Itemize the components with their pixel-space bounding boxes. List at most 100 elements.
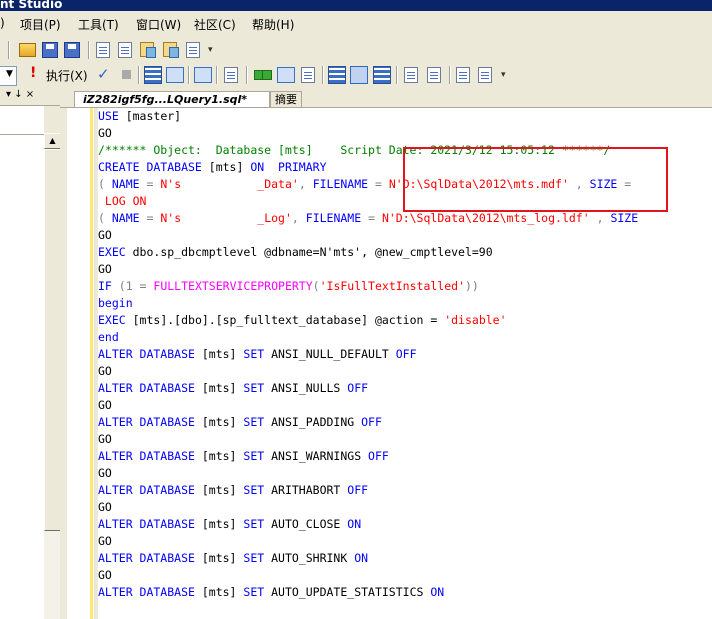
- object-explorer-panel: ▾ ↓ × ▲: [0, 88, 61, 619]
- code-token: OFF: [347, 381, 369, 395]
- toolbar-overflow-chevron-icon[interactable]: ▾: [208, 45, 213, 55]
- uncomment-icon[interactable]: [427, 67, 441, 83]
- menu-item-window[interactable]: 窗口(W): [136, 16, 181, 33]
- code-token: dbo.sp_dbcmptlevel @dbname=N'mts', @new_…: [125, 245, 493, 259]
- menu-item-community[interactable]: 社区(C): [194, 16, 236, 33]
- code-token: end: [98, 330, 119, 344]
- document-outline-icon[interactable]: [118, 42, 132, 58]
- code-line: GO: [98, 499, 112, 516]
- code-token: 'IsFullTextInstalled': [319, 279, 465, 293]
- code-line: ALTER DATABASE [mts] SET AUTO_CLOSE ON: [98, 516, 361, 533]
- open-file-icon[interactable]: [19, 43, 36, 57]
- object-explorer-tree[interactable]: [0, 106, 44, 619]
- code-line: ALTER DATABASE [mts] SET ANSI_NULLS OFF: [98, 380, 368, 397]
- results-to-file-icon[interactable]: [373, 66, 391, 84]
- menu-item-project[interactable]: 项目(P): [20, 16, 61, 33]
- code-token: OFF: [395, 347, 417, 361]
- code-token: )): [465, 279, 479, 293]
- code-line: ALTER DATABASE [mts] SET ANSI_PADDING OF…: [98, 414, 382, 431]
- code-line: end: [98, 329, 119, 346]
- display-estimated-plan-icon[interactable]: [144, 66, 162, 84]
- code-token: [master]: [118, 109, 182, 123]
- code-token: ARITHABORT: [264, 483, 348, 497]
- code-token: EXEC: [98, 313, 126, 327]
- code-line: GO: [98, 465, 112, 482]
- scroll-up-icon[interactable]: ▲: [44, 133, 61, 149]
- menu-item-tools[interactable]: 工具(T): [78, 16, 119, 33]
- include-plan-icon-2[interactable]: [262, 70, 272, 80]
- save-all-icon[interactable]: [64, 42, 80, 58]
- code-token: /****** Object: Database [mts] Script Da…: [98, 143, 611, 157]
- code-line: GO: [98, 125, 112, 142]
- vertical-scrollbar[interactable]: ▲: [44, 133, 61, 619]
- code-token: 'disable': [444, 313, 507, 327]
- code-token: GO: [98, 534, 112, 548]
- execute-icon[interactable]: !: [30, 65, 36, 81]
- code-token: AUTO_CLOSE: [264, 517, 348, 531]
- code-token: [mts]: [194, 585, 244, 599]
- query-designer-icon[interactable]: [166, 67, 184, 83]
- code-line: GO: [98, 363, 112, 380]
- code-token: SET: [243, 517, 265, 531]
- code-token: ANSI_PADDING: [264, 415, 362, 429]
- toolbar-separator: [246, 66, 248, 84]
- code-line: /****** Object: Database [mts] Script Da…: [98, 142, 610, 159]
- code-token: GO: [98, 432, 112, 446]
- execute-button[interactable]: 执行(X): [46, 67, 88, 84]
- code-token: ANSI_NULL_DEFAULT: [264, 347, 396, 361]
- toolbar-separator: [216, 66, 218, 84]
- code-line: ALTER DATABASE [mts] SET AUTO_SHRINK ON: [98, 550, 368, 567]
- properties-icon[interactable]: [96, 42, 110, 58]
- code-token: EXEC: [98, 245, 126, 259]
- code-token: ,: [298, 177, 313, 191]
- toolbar-separator: [449, 66, 451, 84]
- toolbar-separator: [396, 66, 398, 84]
- code-token: GO: [98, 262, 112, 276]
- edit-icon[interactable]: [194, 67, 212, 83]
- code-line: LOG ON: [98, 193, 147, 210]
- code-line: CREATE DATABASE [mts] ON PRIMARY: [98, 159, 327, 176]
- increase-indent-icon[interactable]: [478, 67, 492, 83]
- code-line: ALTER DATABASE [mts] SET ANSI_NULL_DEFAU…: [98, 346, 417, 363]
- parse-check-icon[interactable]: ✓: [97, 65, 110, 83]
- results-to-grid-active-icon[interactable]: [350, 66, 368, 84]
- toolbar-overflow-chevron-icon[interactable]: ▾: [501, 70, 506, 80]
- specify-values-icon[interactable]: [224, 67, 238, 83]
- tab-summary[interactable]: 摘要: [270, 91, 302, 107]
- code-token: N's _Data': [160, 177, 299, 191]
- decrease-indent-icon[interactable]: [456, 67, 470, 83]
- menu-item-help[interactable]: 帮助(H): [252, 16, 294, 33]
- object-explorer-icon[interactable]: [140, 42, 156, 58]
- comment-out-icon[interactable]: [404, 67, 418, 83]
- code-token: GO: [98, 568, 112, 582]
- client-statistics-icon[interactable]: [277, 67, 295, 83]
- code-token: SET: [243, 449, 265, 463]
- code-token: FILENAME: [312, 177, 369, 191]
- panel-controls[interactable]: ▾ ↓ ×: [6, 89, 34, 100]
- toolbar-separator: [88, 41, 90, 59]
- code-line: GO: [98, 227, 112, 244]
- results-to-text-icon[interactable]: [301, 67, 315, 83]
- code-token: (: [312, 279, 320, 293]
- results-to-grid-icon[interactable]: [328, 66, 346, 84]
- code-token: =: [368, 177, 389, 191]
- code-token: (: [98, 211, 112, 225]
- template-explorer-icon[interactable]: [163, 42, 179, 58]
- tab-query-file[interactable]: iZ282igf5fg...LQuery1.sql*: [74, 91, 270, 107]
- code-token: GO: [98, 126, 112, 140]
- menu-item-partial[interactable]: ): [0, 16, 5, 30]
- scrollbar-thumb[interactable]: [44, 149, 61, 531]
- save-icon[interactable]: [42, 42, 58, 58]
- registered-servers-icon[interactable]: [186, 42, 200, 58]
- cancel-query-icon[interactable]: [122, 70, 131, 79]
- code-token: [mts]: [194, 381, 244, 395]
- code-token: SET: [243, 381, 265, 395]
- code-token: ON: [430, 585, 445, 599]
- database-selector-dropdown[interactable]: ▼: [0, 66, 17, 86]
- code-token: GO: [98, 228, 112, 242]
- code-line: GO: [98, 533, 112, 550]
- code-token: [mts].[dbo].[sp_fulltext_database] @acti…: [125, 313, 445, 327]
- code-token: [mts]: [194, 347, 244, 361]
- code-editor[interactable]: USE [master] GO/****** Object: Database […: [98, 108, 712, 619]
- code-token: NAME: [111, 177, 140, 191]
